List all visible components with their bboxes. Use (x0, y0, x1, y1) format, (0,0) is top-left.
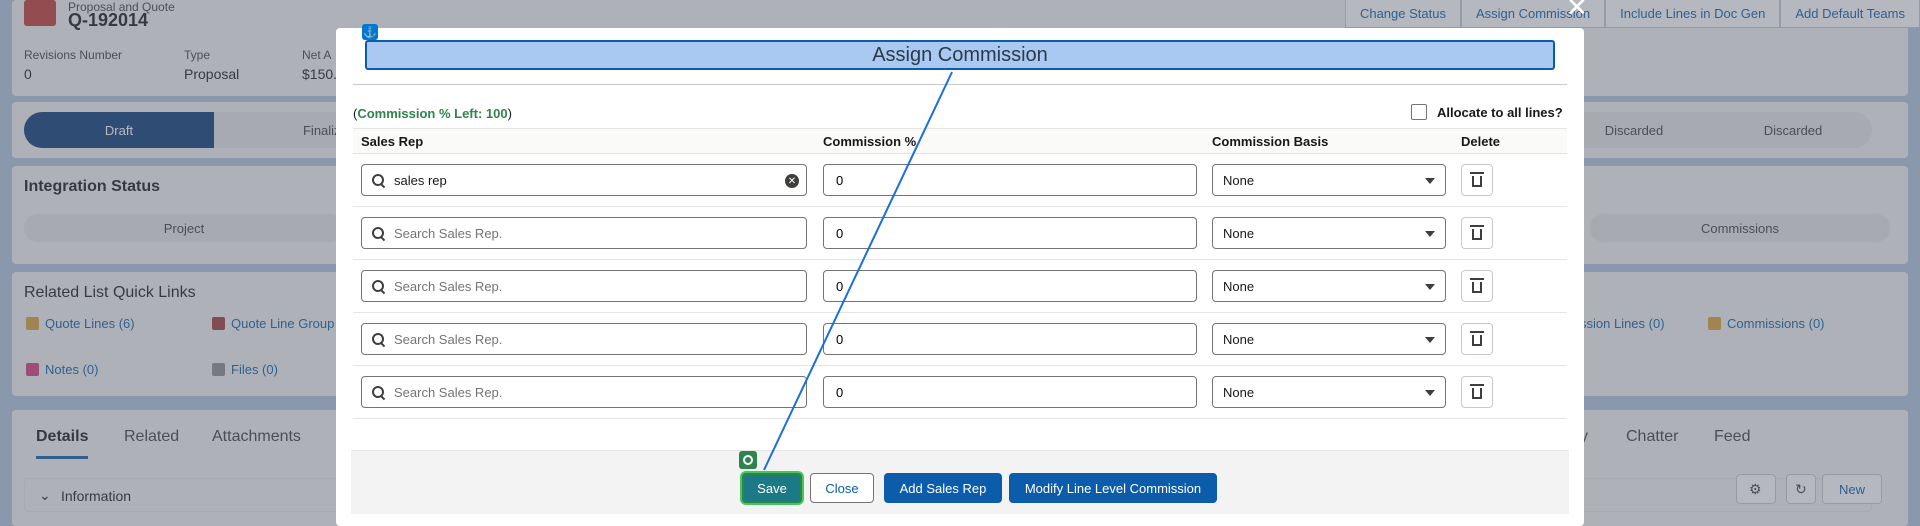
title-divider (353, 84, 1567, 85)
close-icon[interactable]: ✕ (1566, 0, 1588, 20)
delete-row-button[interactable] (1461, 164, 1493, 196)
save-button[interactable]: Save (742, 473, 802, 503)
table-row: None (353, 313, 1567, 366)
commission-pct-input[interactable] (823, 376, 1197, 408)
commission-basis-select[interactable]: None (1212, 164, 1446, 196)
caret-down-icon (1425, 390, 1435, 396)
delete-row-button[interactable] (1461, 323, 1493, 355)
trash-icon (1470, 225, 1484, 240)
clear-icon[interactable]: ✕ (785, 174, 799, 188)
sales-rep-lookup[interactable]: ✕ (361, 164, 807, 196)
sales-rep-input[interactable] (394, 225, 774, 241)
sales-rep-input[interactable] (394, 172, 774, 188)
table-header: Sales Rep Commission % Commission Basis … (353, 128, 1567, 154)
sales-rep-lookup[interactable] (361, 217, 807, 249)
table-row: None (353, 207, 1567, 260)
caret-down-icon (1425, 178, 1435, 184)
target-icon (739, 451, 757, 469)
anchor-icon: ⚓ (362, 24, 378, 40)
allocate-label: Allocate to all lines? (1437, 104, 1563, 120)
commission-pct-input[interactable] (823, 217, 1197, 249)
close-button[interactable]: Close (810, 473, 874, 503)
assign-commission-modal: ⚓ Assign Commission (Commission % Left: … (336, 24, 1584, 526)
caret-down-icon (1425, 337, 1435, 343)
sales-rep-lookup[interactable] (361, 376, 807, 408)
allocate-checkbox[interactable] (1411, 104, 1427, 120)
search-icon (372, 174, 384, 186)
delete-row-button[interactable] (1461, 376, 1493, 408)
search-icon (372, 333, 384, 345)
commission-pct-input[interactable] (823, 270, 1197, 302)
search-icon (372, 280, 384, 292)
sales-rep-lookup[interactable] (361, 323, 807, 355)
commission-basis-select[interactable]: None (1212, 376, 1446, 408)
modal-title: Assign Commission (365, 40, 1555, 70)
col-commission-basis: Commission Basis (1212, 134, 1329, 149)
trash-icon (1470, 384, 1484, 399)
delete-row-button[interactable] (1461, 217, 1493, 249)
caret-down-icon (1425, 284, 1435, 290)
add-sales-rep-button[interactable]: Add Sales Rep (884, 473, 1002, 503)
search-icon (372, 227, 384, 239)
commission-pct-input[interactable] (823, 164, 1197, 196)
sales-rep-lookup[interactable] (361, 270, 807, 302)
sales-rep-input[interactable] (394, 384, 774, 400)
sales-rep-input[interactable] (394, 331, 774, 347)
commission-pct-input[interactable] (823, 323, 1197, 355)
sales-rep-input[interactable] (394, 278, 774, 294)
modal-footer: Save Close Add Sales Rep Modify Line Lev… (351, 450, 1569, 514)
trash-icon (1470, 331, 1484, 346)
trash-icon (1470, 172, 1484, 187)
col-commission-pct: Commission % (823, 134, 917, 149)
table-row: ✕ None (353, 154, 1567, 207)
caret-down-icon (1425, 231, 1435, 237)
delete-row-button[interactable] (1461, 270, 1493, 302)
allocate-all-lines[interactable]: Allocate to all lines? (1411, 104, 1563, 120)
col-sales-rep: Sales Rep (361, 134, 424, 149)
commission-basis-select[interactable]: None (1212, 270, 1446, 302)
modify-line-level-commission-button[interactable]: Modify Line Level Commission (1009, 473, 1217, 503)
col-delete: Delete (1461, 134, 1501, 149)
trash-icon (1470, 278, 1484, 293)
commission-basis-select[interactable]: None (1212, 217, 1446, 249)
search-icon (372, 386, 384, 398)
commission-basis-select[interactable]: None (1212, 323, 1446, 355)
table-row: None (353, 366, 1567, 419)
table-row: None (353, 260, 1567, 313)
commission-left: (Commission % Left: 100) (353, 106, 512, 121)
